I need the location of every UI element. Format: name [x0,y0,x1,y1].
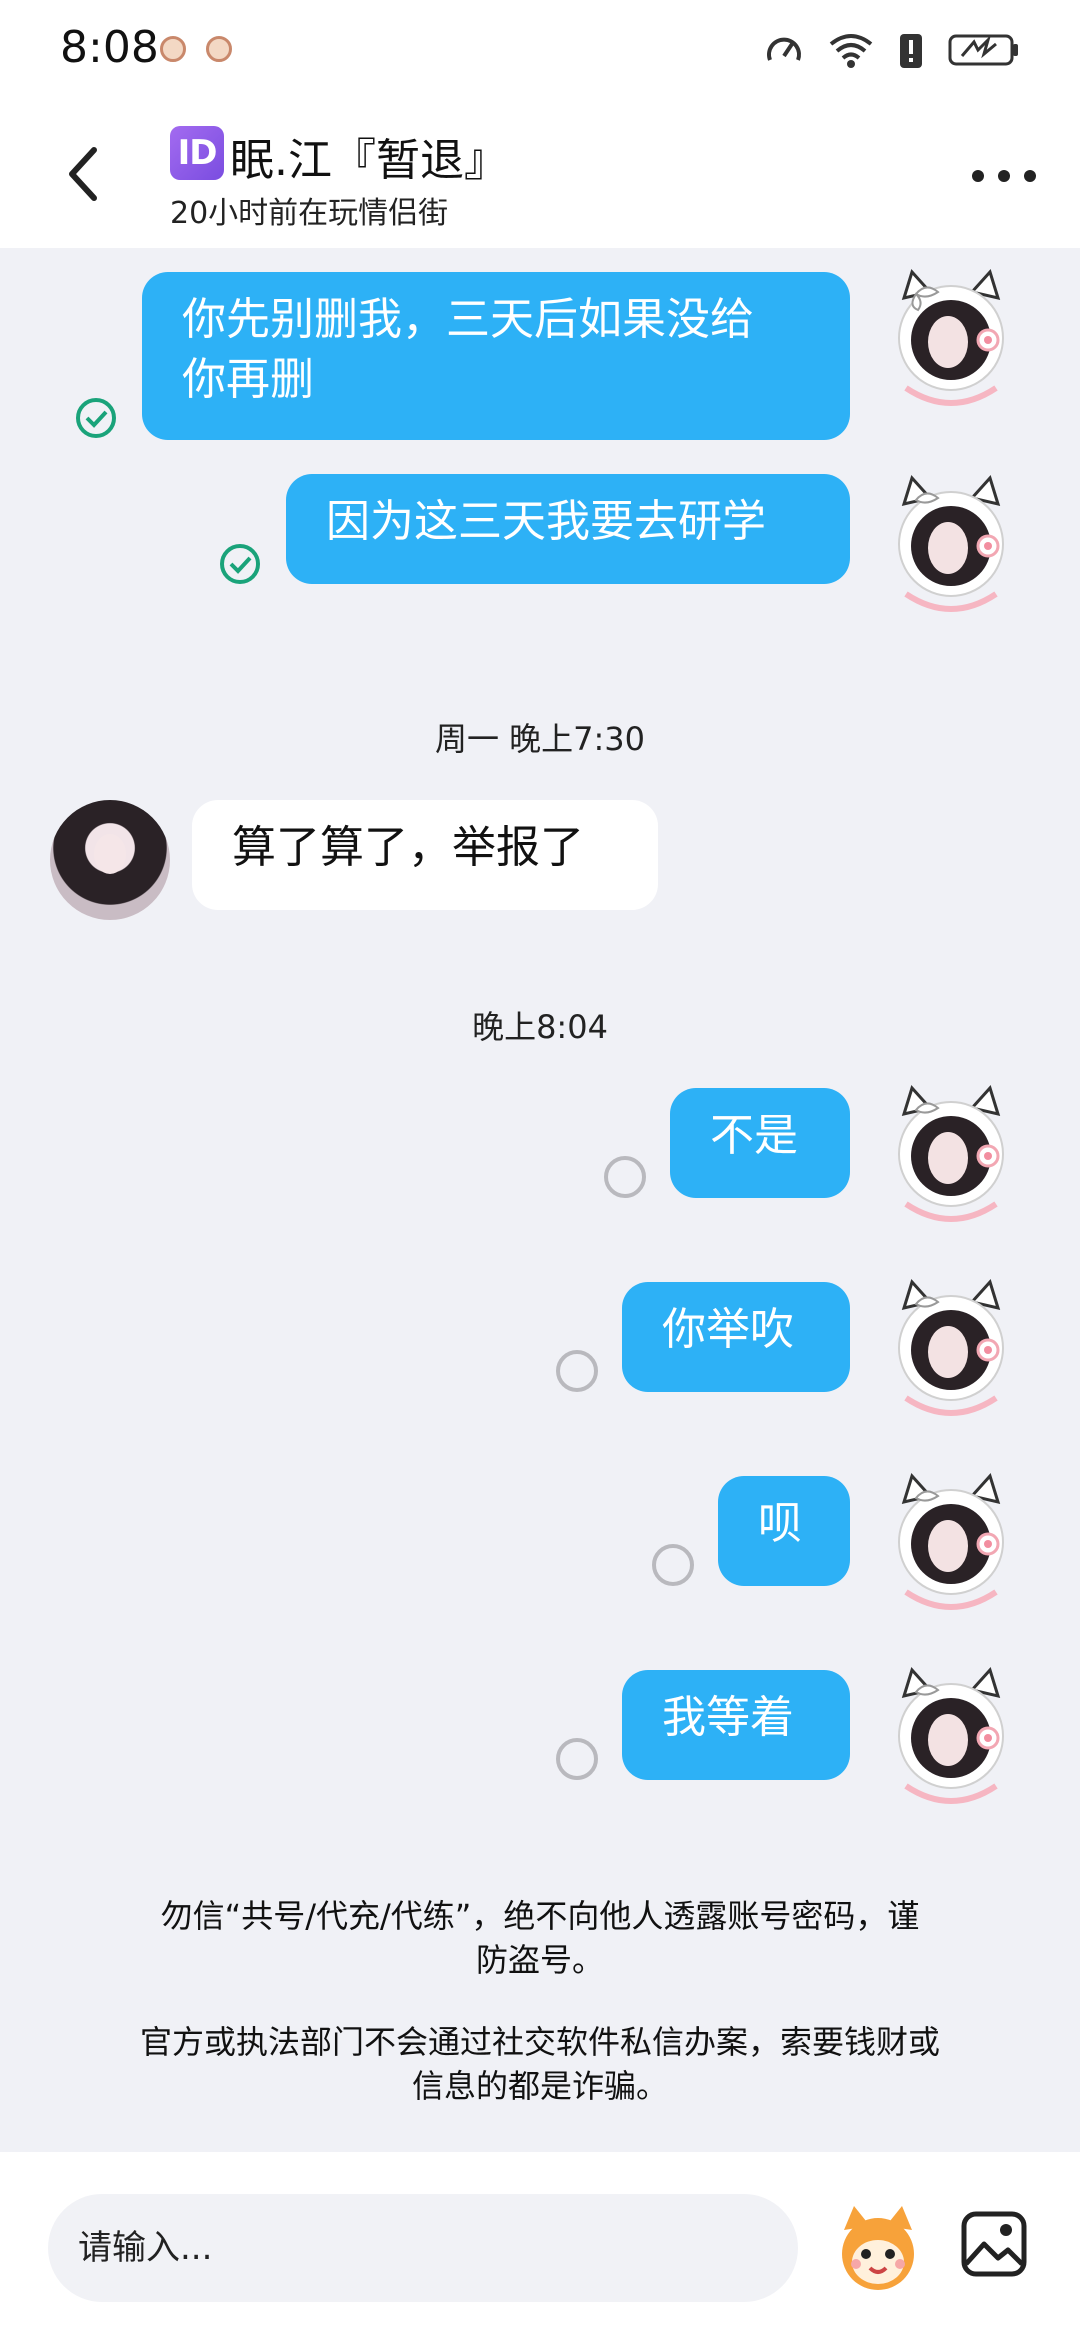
timestamp-divider: 周一 晚上7:30 [434,720,646,758]
dot [998,170,1010,182]
input-bar [0,2152,1080,2340]
battery-saver-alert-icon [900,34,922,68]
notice-text: 勿信“共号/代充/代练”，绝不向他人透露账号密码，谨 [160,1897,920,1935]
battery-icon [948,34,1018,66]
self-avatar[interactable] [886,1666,1016,1816]
timestamp-divider: 晚上8:04 [472,1008,608,1046]
chat-header: ID 眠.江『暂退』 20小时前在玩情侣街 [0,100,1080,248]
message-bubble-self[interactable]: 你先别删我，三天后如果没给 你再删 [142,272,850,440]
message-bubble-self[interactable]: 不是 [670,1088,850,1198]
notice-text: 官方或执法部门不会通过社交软件私信办案，索要钱财或 [139,2023,940,2061]
unread-status-icon [652,1544,694,1586]
notice-text: 信息的都是诈骗。 [411,2067,668,2105]
contact-avatar[interactable] [50,800,170,920]
contact-name[interactable]: 眠.江『暂退』 [230,124,508,188]
pig-emoji-icon [160,36,186,62]
notice-text: 防盗号。 [475,1941,604,1979]
message-text: 因为这三天我要去研学 [326,496,766,547]
self-avatar[interactable] [886,268,1016,418]
message-bubble-self[interactable]: 呗 [718,1476,850,1586]
message-bubble-self[interactable]: 因为这三天我要去研学 [286,474,850,584]
self-avatar[interactable] [886,474,1016,624]
id-badge: ID [170,126,224,180]
message-text: 我等着 [662,1692,794,1743]
pig-emoji-icon [206,36,232,62]
more-options-button[interactable] [964,156,1044,196]
message-bubble-self[interactable]: 我等着 [622,1670,850,1780]
unread-status-icon [556,1738,598,1780]
message-text: 你先别删我，三天后如果没给 [182,294,754,345]
status-time: 8:08 [60,22,159,73]
message-text: 你举吹 [662,1304,794,1355]
message-text: 算了算了，举报了 [232,822,584,873]
image-icon[interactable] [958,2208,1030,2280]
message-text: 不是 [710,1110,798,1161]
message-text: 呗 [758,1498,802,1549]
message-bubble-other[interactable]: 算了算了，举报了 [192,800,658,910]
status-icons [764,28,1020,72]
unread-status-icon [556,1350,598,1392]
back-button[interactable] [50,138,114,210]
message-bubble-self[interactable]: 你举吹 [622,1282,850,1392]
self-avatar[interactable] [886,1278,1016,1428]
contact-status: 20小时前在玩情侣街 [170,196,449,231]
speedometer-icon [767,37,801,61]
anti-fraud-notice-1: 勿信“共号/代充/代练”，绝不向他人透露账号密码，谨 防盗号。 [60,1894,1020,1982]
dot [1024,170,1036,182]
sticker-mascot-icon[interactable] [830,2200,926,2296]
message-input[interactable] [48,2194,798,2302]
chat-screen: 8:08 ID 眠.江『暂退』 20小时前在玩情侣街 你先别删我，三天后如果没给… [0,0,1080,2340]
read-check-icon [76,398,116,438]
anti-fraud-notice-2: 官方或执法部门不会通过社交软件私信办案，索要钱财或 信息的都是诈骗。 [60,2020,1020,2108]
unread-status-icon [604,1156,646,1198]
self-avatar[interactable] [886,1472,1016,1622]
wifi-icon [829,34,873,68]
chevron-left-icon [69,147,97,201]
self-avatar[interactable] [886,1084,1016,1234]
message-text: 你再删 [182,354,314,405]
dot [972,170,984,182]
read-check-icon [220,544,260,584]
status-bar: 8:08 [0,0,1080,100]
